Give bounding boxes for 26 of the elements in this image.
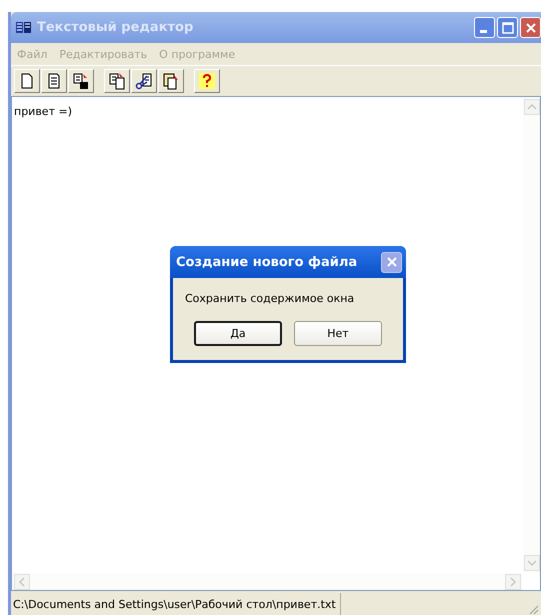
paste-icon <box>162 72 180 90</box>
minimize-icon <box>480 30 486 33</box>
close-icon <box>524 22 536 34</box>
dialog-button[interactable]: Да <box>194 321 282 346</box>
text-editor[interactable]: привет =) Создание нового файла Сохранить содержимое окна Да Нет <box>11 96 541 591</box>
save-document-icon <box>72 72 90 90</box>
resize-grip-icon[interactable] <box>527 603 539 615</box>
toolbar-button[interactable] <box>14 69 40 93</box>
toolbar-button[interactable] <box>104 69 130 93</box>
status-path: C:\Documents and Settings\user\Рабочий стол\привет.txt <box>12 598 336 610</box>
close-button[interactable] <box>381 252 402 272</box>
window-title: Текстовый редактор <box>37 20 194 35</box>
dialog-title: Создание нового файла <box>176 254 358 270</box>
editor-text: привет =) <box>14 105 72 118</box>
app-icon <box>15 20 33 36</box>
copy-icon <box>108 72 126 90</box>
dialog-message: Сохранить содержимое окна <box>185 292 356 305</box>
dialog-button[interactable]: Нет <box>294 321 382 346</box>
maximize-icon <box>502 22 514 34</box>
toolbar-button[interactable] <box>158 69 184 93</box>
toolbar-button[interactable] <box>68 69 94 93</box>
scissors-icon <box>135 72 153 90</box>
toolbar-button[interactable] <box>41 69 67 93</box>
help-icon <box>198 72 216 90</box>
close-icon <box>386 256 398 268</box>
toolbar-button[interactable] <box>131 69 157 93</box>
